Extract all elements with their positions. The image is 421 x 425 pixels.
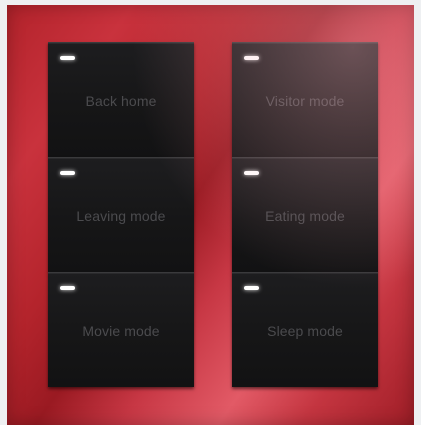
sleep-mode-button[interactable]: Sleep mode	[232, 272, 378, 387]
scene: Back home Leaving mode Movie mode Visito…	[0, 0, 421, 425]
visitor-mode-button[interactable]: Visitor mode	[232, 42, 378, 157]
led-indicator-icon	[244, 286, 259, 290]
button-label: Sleep mode	[267, 323, 343, 339]
button-label: Back home	[85, 93, 157, 109]
red-wall-plate: Back home Leaving mode Movie mode Visito…	[7, 5, 414, 425]
button-label: Eating mode	[265, 208, 345, 224]
led-indicator-icon	[60, 171, 75, 175]
right-key-column: Visitor mode Eating mode Sleep mode	[232, 42, 378, 387]
led-indicator-icon	[244, 171, 259, 175]
button-label: Visitor mode	[265, 93, 345, 109]
movie-mode-button[interactable]: Movie mode	[48, 272, 194, 387]
left-key-column: Back home Leaving mode Movie mode	[48, 42, 194, 387]
led-indicator-icon	[60, 56, 75, 60]
led-indicator-icon	[60, 286, 75, 290]
eating-mode-button[interactable]: Eating mode	[232, 157, 378, 272]
button-label: Movie mode	[82, 323, 160, 339]
button-label: Leaving mode	[76, 208, 166, 224]
leaving-mode-button[interactable]: Leaving mode	[48, 157, 194, 272]
back-home-button[interactable]: Back home	[48, 42, 194, 157]
led-indicator-icon	[244, 56, 259, 60]
